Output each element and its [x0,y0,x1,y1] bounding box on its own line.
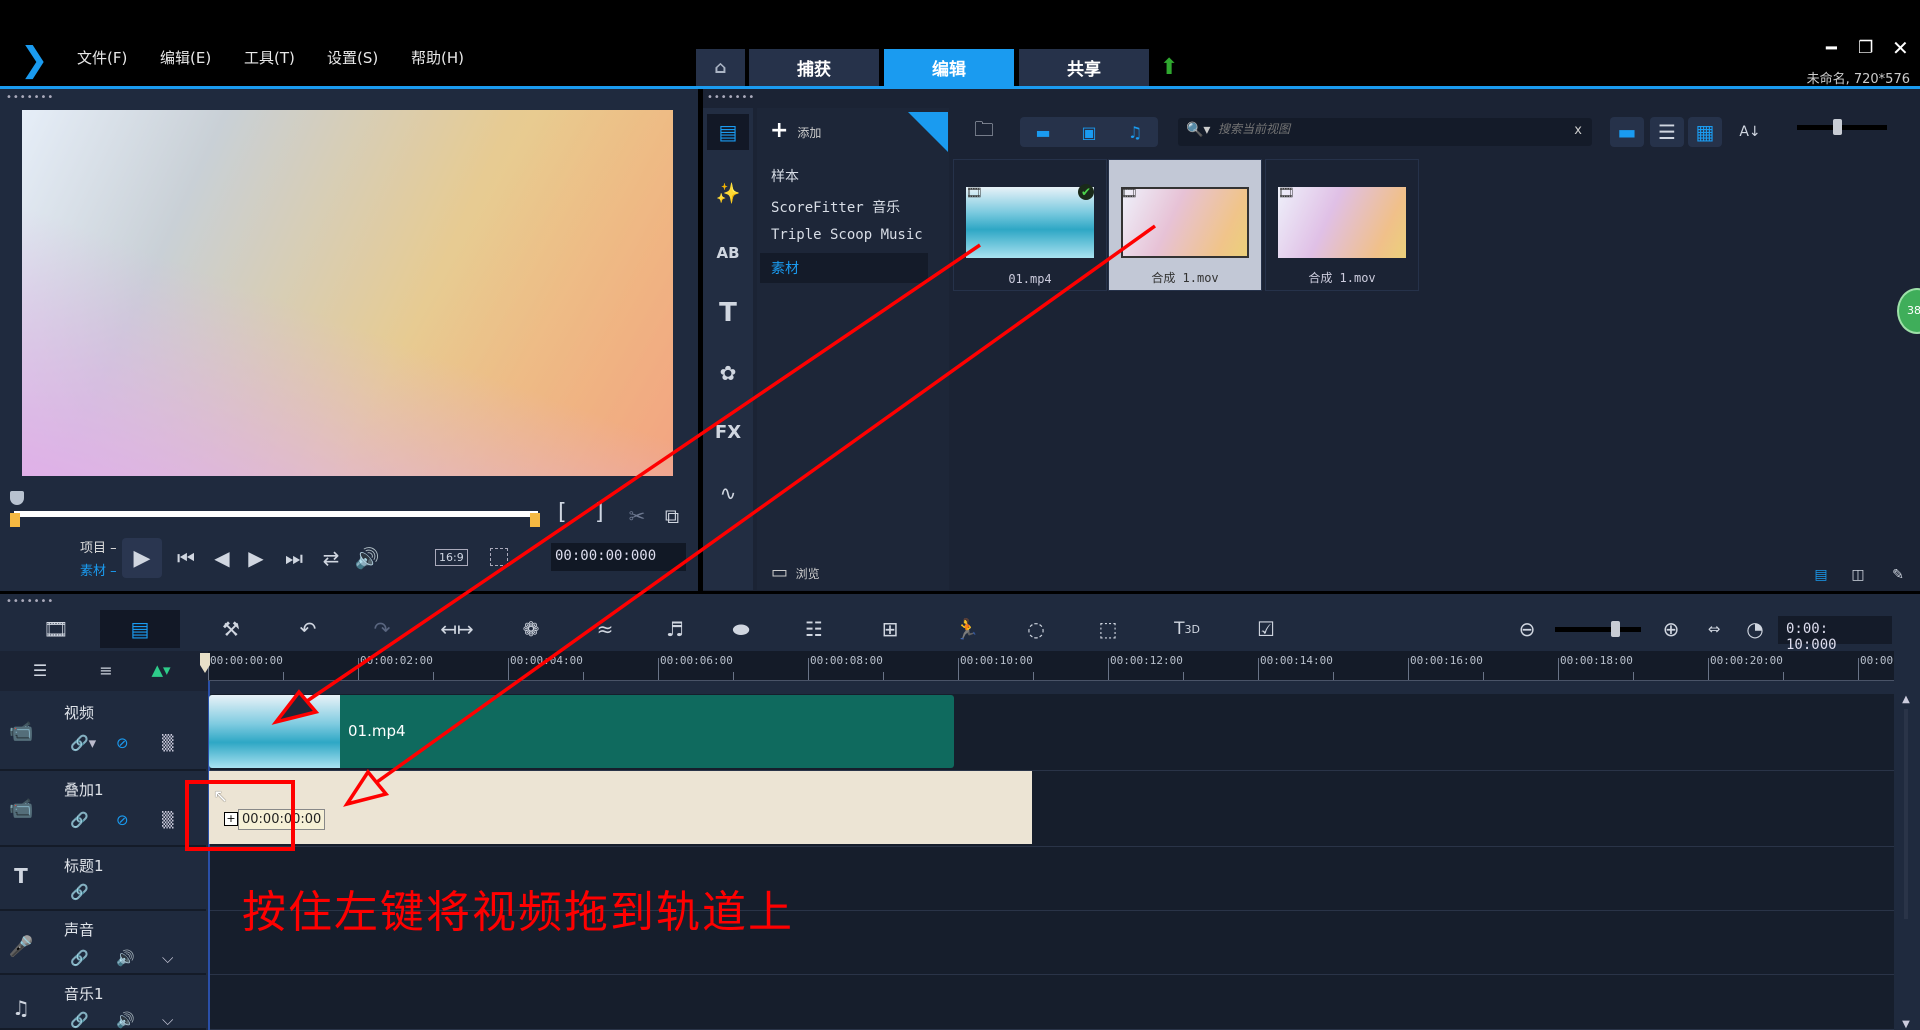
annotation-arrows [271,224,1157,807]
arrow-to-overlay-track [343,224,1157,807]
arrow-to-video-track [271,243,981,725]
